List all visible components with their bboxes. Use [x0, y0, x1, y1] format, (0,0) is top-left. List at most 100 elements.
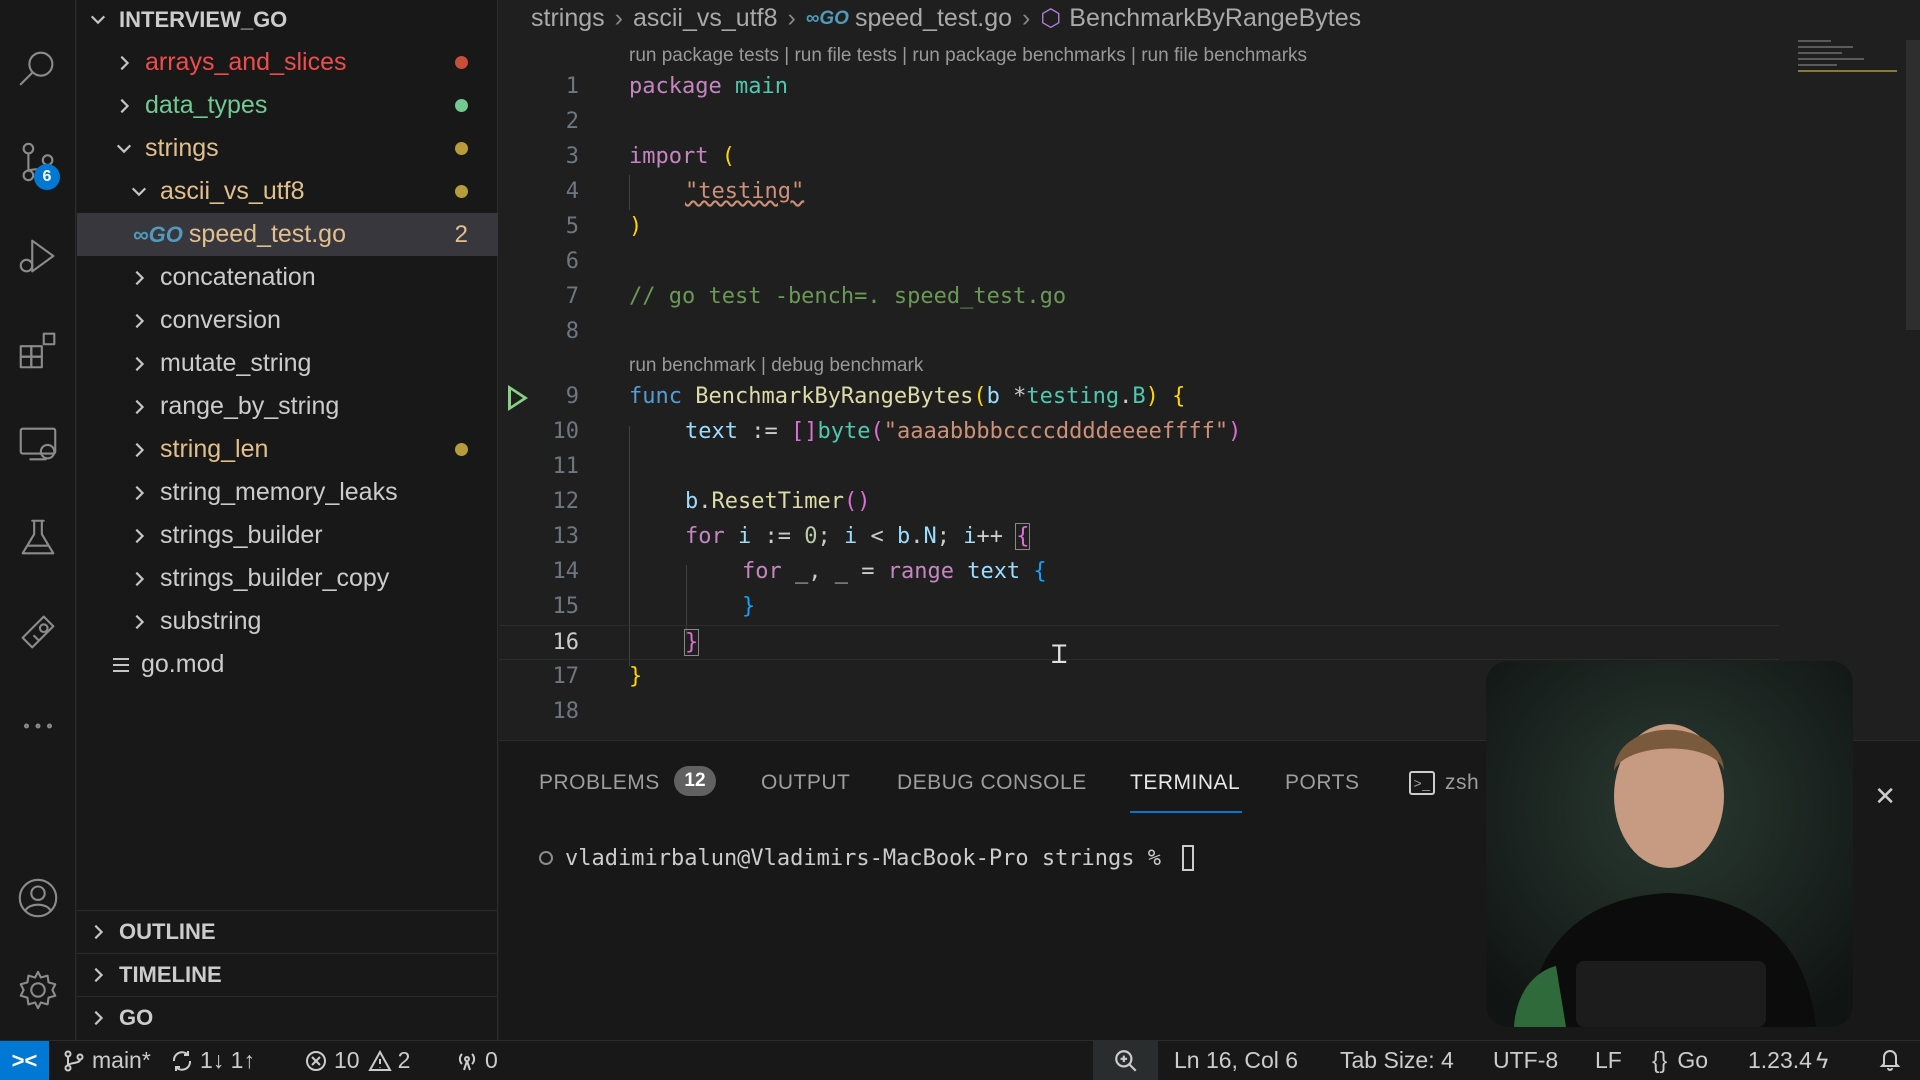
go-version[interactable]: 1.23.4 ϟ: [1748, 1047, 1828, 1074]
tree-item-data-types[interactable]: data_types: [77, 84, 498, 127]
go-tools-icon[interactable]: [0, 594, 76, 670]
tree-item-substring[interactable]: substring: [77, 600, 498, 643]
go-version-label: 1.23.4: [1748, 1047, 1812, 1073]
code-lens-file[interactable]: run package tests | run file tests | run…: [629, 45, 1307, 67]
testing-flask-icon[interactable]: [0, 500, 76, 576]
close-panel-icon[interactable]: ✕: [1874, 781, 1896, 812]
lightning-icon: ϟ: [1815, 1047, 1829, 1073]
account-icon[interactable]: [0, 860, 76, 936]
line-number: 14: [552, 559, 580, 584]
tree-item-speed-test-go[interactable]: ∞GO speed_test.go 2: [77, 213, 498, 256]
section-timeline[interactable]: TIMELINE: [77, 953, 498, 996]
code-text: for i := 0; i < b.N; i++ {: [685, 523, 1031, 550]
cursor-position[interactable]: Ln 16, Col 6: [1174, 1047, 1298, 1074]
end-of-line[interactable]: LF: [1595, 1047, 1622, 1074]
chevron-right-icon: ›: [614, 4, 623, 32]
tree-item-label: strings_builder_copy: [160, 564, 390, 592]
tree-item-strings[interactable]: strings: [77, 127, 498, 170]
circle-icon: [539, 851, 553, 865]
section-go[interactable]: GO: [77, 996, 498, 1039]
tab-problems[interactable]: PROBLEMS: [539, 771, 660, 795]
terminal-prompt: vladimirbalun@Vladimirs-MacBook-Pro stri…: [565, 845, 1175, 871]
error-count: 10: [334, 1047, 360, 1073]
line-number: 11: [552, 454, 580, 479]
breadcrumb: strings › ascii_vs_utf8 › ∞GO speed_test…: [531, 4, 1361, 33]
tree-item-string-memory-leaks[interactable]: string_memory_leaks: [77, 471, 498, 514]
more-icon[interactable]: [0, 688, 76, 764]
code-line: 13 for i := 0; i < b.N; i++ {: [499, 520, 1920, 555]
chevron-right-icon: [128, 568, 150, 590]
tree-item-label: strings_builder: [160, 521, 323, 549]
minimap[interactable]: [1798, 40, 1908, 120]
code-line: 6: [499, 245, 1920, 280]
tree-item-conversion[interactable]: conversion: [77, 299, 498, 342]
zoom-button[interactable]: [1093, 1041, 1158, 1080]
breadcrumb-item[interactable]: ascii_vs_utf8: [633, 4, 778, 33]
tab-terminal[interactable]: TERMINAL: [1130, 771, 1240, 795]
code-text: import (: [629, 144, 735, 169]
sync-counts: 1↓ 1↑: [200, 1047, 255, 1073]
chevron-right-icon: [128, 353, 150, 375]
sync-status[interactable]: 1↓ 1↑: [170, 1047, 255, 1074]
breadcrumb-item[interactable]: BenchmarkByRangeBytes: [1069, 4, 1361, 33]
tree-item-label: speed_test.go: [188, 220, 346, 248]
text-cursor-icon: Ɪ: [1052, 639, 1067, 669]
chevron-right-icon: [128, 310, 150, 332]
line-number: 12: [552, 489, 580, 514]
editor-area[interactable]: strings › ascii_vs_utf8 › ∞GO speed_test…: [499, 0, 1920, 740]
tree-item-go-mod[interactable]: go.mod: [77, 643, 498, 686]
tree-item-label: go.mod: [141, 650, 225, 678]
breadcrumb-item[interactable]: speed_test.go: [855, 4, 1012, 33]
search-icon[interactable]: [0, 30, 76, 106]
settings-gear-icon[interactable]: [0, 952, 76, 1028]
line-number: 18: [552, 699, 580, 724]
extensions-icon[interactable]: [0, 312, 76, 388]
tree-item-string-len[interactable]: string_len: [77, 428, 498, 471]
section-outline[interactable]: OUTLINE: [77, 910, 498, 953]
breadcrumb-item[interactable]: strings: [531, 4, 605, 33]
ports-status[interactable]: 0: [455, 1047, 498, 1074]
section-label: TIMELINE: [119, 962, 222, 987]
tree-item-concatenation[interactable]: concatenation: [77, 256, 498, 299]
tree-item-strings-builder[interactable]: strings_builder: [77, 514, 498, 557]
notifications-bell-icon[interactable]: [1878, 1047, 1908, 1071]
tree-item-mutate-string[interactable]: mutate_string: [77, 342, 498, 385]
code-line: 3 import (: [499, 140, 1920, 175]
remote-explorer-icon[interactable]: [0, 406, 76, 482]
chevron-down-icon: [128, 181, 150, 203]
encoding[interactable]: UTF-8: [1493, 1047, 1558, 1074]
tree-item-range-by-string[interactable]: range_by_string: [77, 385, 498, 428]
tab-size[interactable]: Tab Size: 4: [1340, 1047, 1454, 1074]
code-line: 15 }: [499, 590, 1920, 625]
branch-status[interactable]: main*: [62, 1047, 151, 1074]
code-lens-benchmark[interactable]: run benchmark | debug benchmark: [629, 355, 923, 377]
tree-item-strings-builder-copy[interactable]: strings_builder_copy: [77, 557, 498, 600]
problems-status[interactable]: 10 2: [304, 1047, 410, 1074]
line-number: 17: [552, 664, 580, 689]
line-number: 7: [565, 284, 579, 309]
run-debug-icon[interactable]: [0, 218, 76, 294]
tab-output[interactable]: OUTPUT: [761, 771, 850, 795]
explorer-root[interactable]: INTERVIEW_GO: [77, 0, 498, 41]
zoom-icon: [1114, 1050, 1137, 1072]
line-number: 5: [565, 214, 579, 239]
tree-item-arrays-and-slices[interactable]: arrays_and_slices: [77, 41, 498, 84]
explorer-sidebar: INTERVIEW_GO arrays_and_slices data_type…: [77, 0, 498, 1040]
source-control-icon[interactable]: 6: [0, 124, 76, 200]
presenter-video-icon: [1486, 661, 1853, 1027]
code-line: 5 ): [499, 210, 1920, 245]
code-text: b.ResetTimer(): [685, 489, 871, 514]
chevron-right-icon: [128, 611, 150, 633]
editor-scrollbar[interactable]: [1906, 40, 1920, 330]
terminal-prompt-line[interactable]: vladimirbalun@Vladimirs-MacBook-Pro stri…: [539, 845, 1195, 871]
line-number: 6: [565, 249, 579, 274]
chevron-right-icon: [87, 1007, 109, 1029]
tab-debug-console[interactable]: DEBUG CONSOLE: [897, 771, 1087, 795]
tree-item-ascii-vs-utf8[interactable]: ascii_vs_utf8: [77, 170, 498, 213]
terminal-shell-tab[interactable]: >_ zsh: [1409, 771, 1479, 795]
remote-indicator-icon[interactable]: ><: [0, 1041, 49, 1080]
language-mode[interactable]: {} Go: [1652, 1047, 1708, 1074]
tab-ports[interactable]: PORTS: [1285, 771, 1359, 795]
chevron-right-icon: [128, 525, 150, 547]
code-line-active: 16 }: [499, 625, 1779, 660]
